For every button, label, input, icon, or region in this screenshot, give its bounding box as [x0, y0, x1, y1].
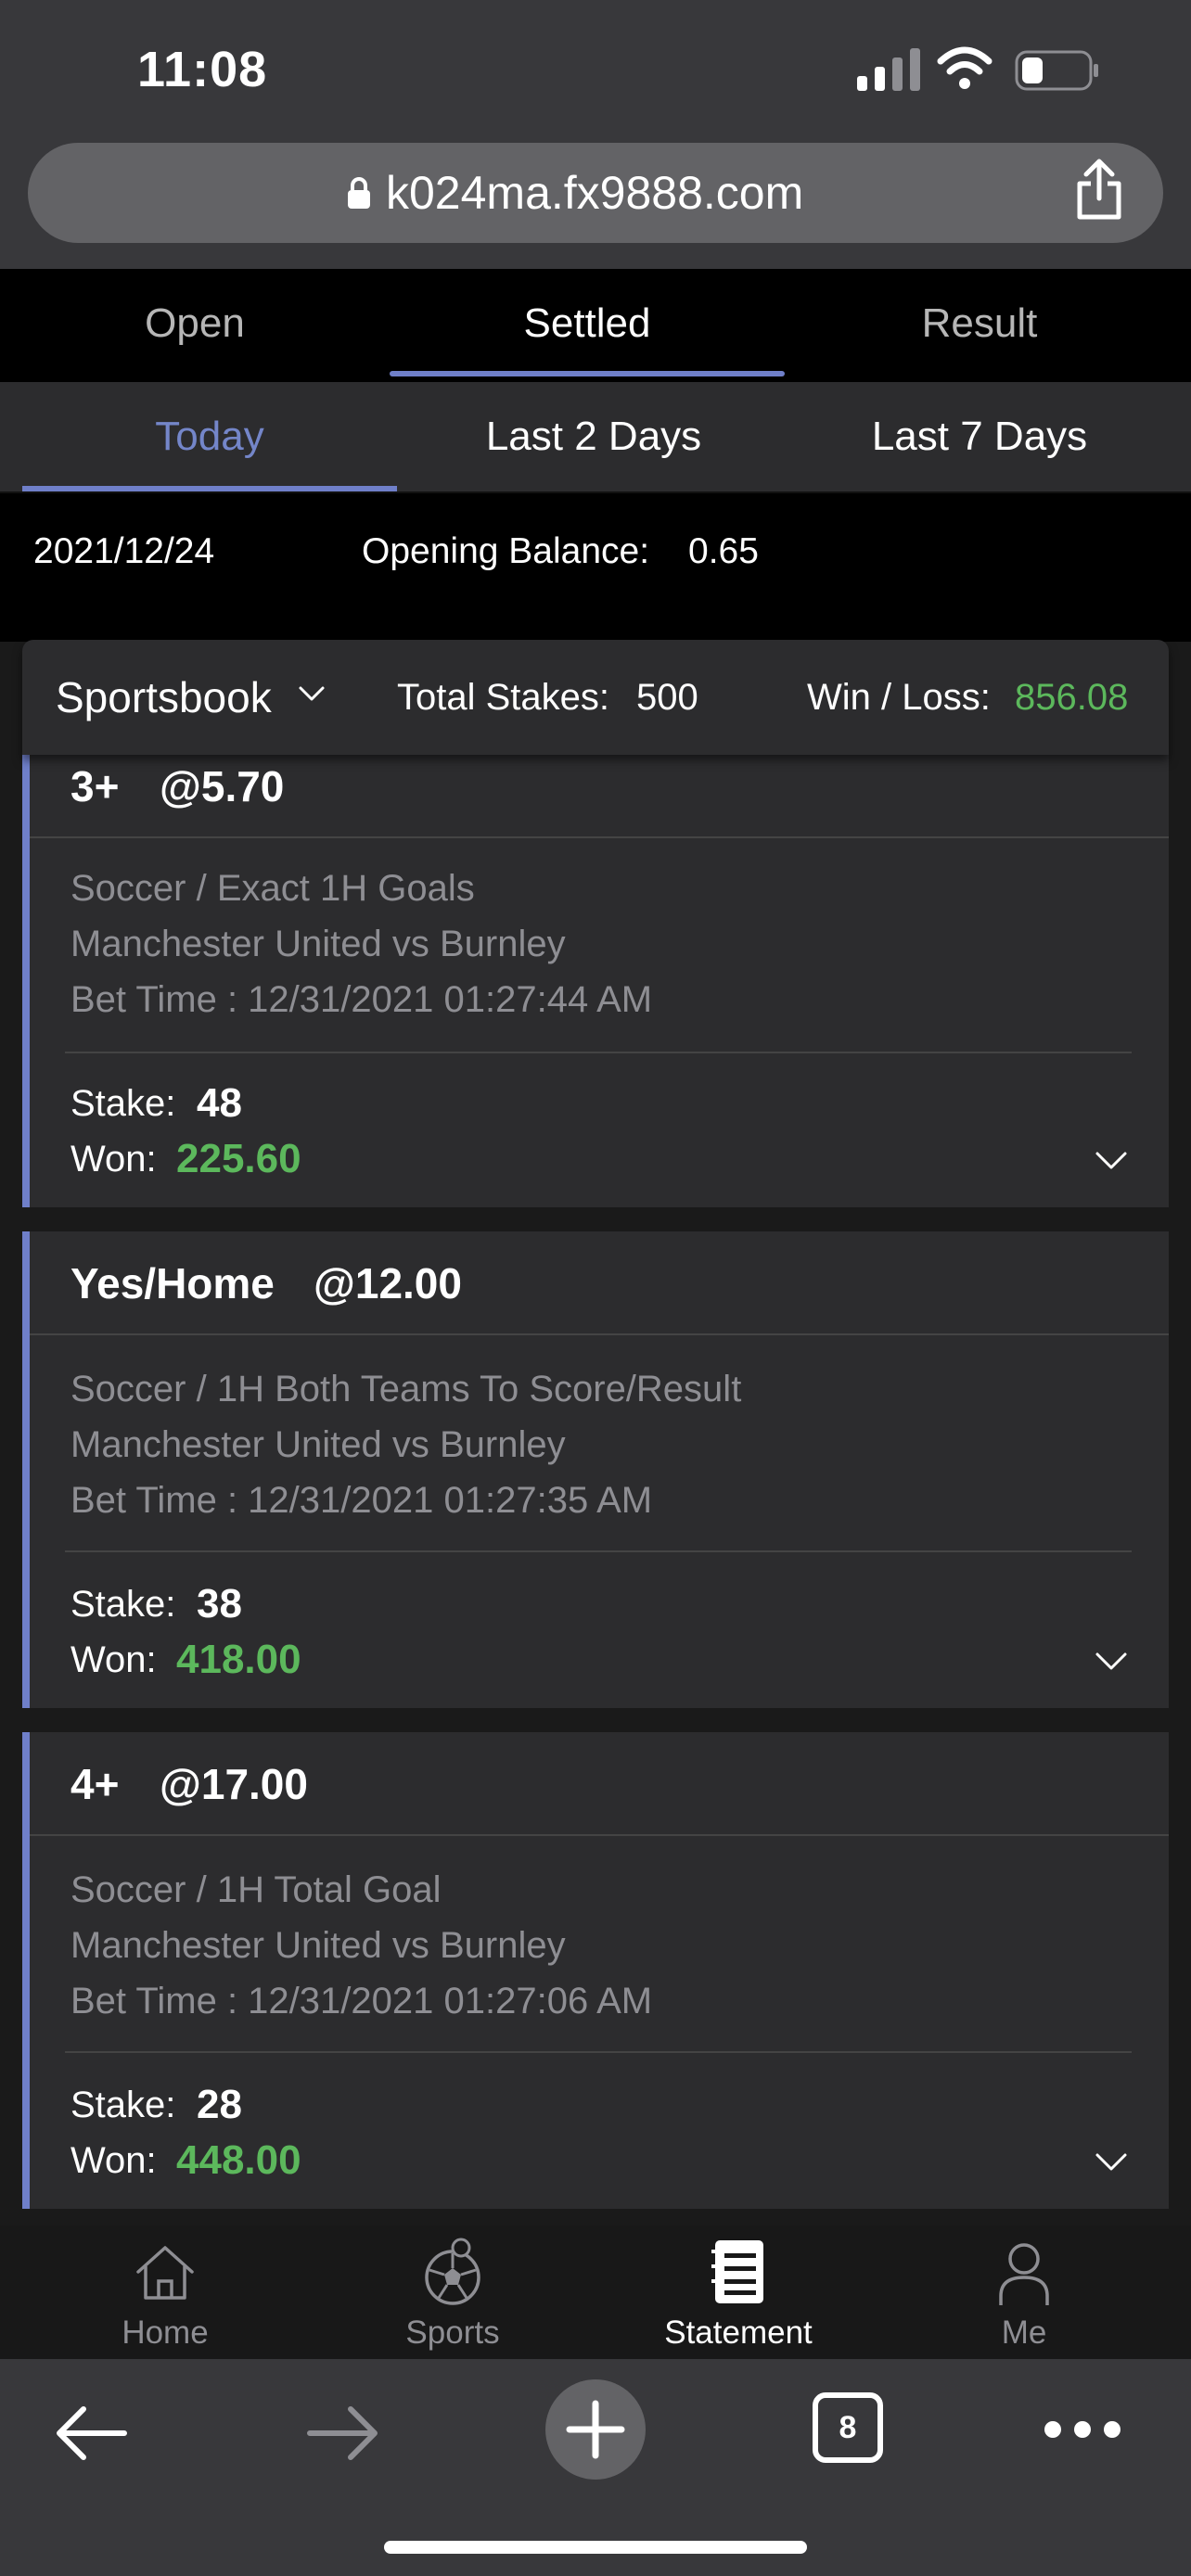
- stake-label: Stake:: [70, 2085, 176, 2125]
- tab-today[interactable]: Today: [22, 382, 397, 493]
- battery-icon: [1015, 50, 1098, 91]
- bet-odds: @12.00: [314, 1259, 462, 1307]
- expand-chevron-icon[interactable]: [1095, 2151, 1128, 2174]
- stake-value: 28: [197, 2082, 242, 2127]
- opening-balance-label: Opening Balance:: [362, 531, 650, 571]
- divider: [65, 1052, 1132, 1053]
- expand-chevron-icon[interactable]: [1095, 1150, 1128, 1172]
- expand-chevron-icon[interactable]: [1095, 1651, 1128, 1673]
- nav-statement-label: Statement: [664, 2315, 813, 2351]
- bet-match: Manchester United vs Burnley: [70, 1424, 566, 1465]
- statement-icon: [711, 2240, 763, 2303]
- nav-home-label: Home: [122, 2315, 209, 2351]
- divider: [65, 2051, 1132, 2053]
- tabs-count-button[interactable]: 8: [813, 2392, 883, 2463]
- bet-status-tabs: Open Settled Result: [0, 269, 1191, 382]
- forward-arrow-icon[interactable]: [301, 2396, 384, 2470]
- win-loss-value: 856.08: [1015, 677, 1129, 718]
- nav-sports[interactable]: Sports: [332, 2225, 573, 2359]
- bet-card-header: 3+ @5.70: [30, 755, 1169, 838]
- won-value: 225.60: [176, 1136, 301, 1181]
- bet-odds: @5.70: [160, 762, 285, 810]
- bet-card[interactable]: 3+ @5.70 Soccer / Exact 1H Goals Manches…: [22, 755, 1169, 1207]
- user-icon: [999, 2243, 1049, 2305]
- browser-toolbar: 8: [0, 2359, 1191, 2576]
- divider: [65, 1550, 1132, 1552]
- tab-result[interactable]: Result: [785, 269, 1174, 382]
- new-tab-button[interactable]: [545, 2379, 646, 2480]
- total-stakes-label: Total Stakes:: [397, 677, 610, 718]
- bet-card[interactable]: 4+ @17.00 Soccer / 1H Total Goal Manches…: [22, 1732, 1169, 2209]
- bet-match: Manchester United vs Burnley: [70, 924, 566, 964]
- nav-me-label: Me: [1001, 2315, 1047, 2351]
- home-indicator[interactable]: [384, 2541, 807, 2554]
- bet-market: Soccer / Exact 1H Goals: [70, 868, 475, 909]
- app-bottom-nav: Home Sports Statement Me: [0, 2225, 1191, 2359]
- summary-bar: Sportsbook Total Stakes: 500 Win / Loss:…: [22, 640, 1169, 755]
- cellular-signal-icon: [857, 48, 920, 91]
- period-tabs: Today Last 2 Days Last 7 Days: [0, 382, 1191, 493]
- nav-sports-label: Sports: [405, 2315, 500, 2351]
- tab-open[interactable]: Open: [0, 269, 390, 382]
- won-label: Won:: [70, 1639, 157, 1680]
- nav-home[interactable]: Home: [45, 2225, 286, 2359]
- lock-icon: [348, 177, 370, 209]
- browser-chrome-top: 11:08 k024ma.fx9888.com: [0, 0, 1191, 269]
- bet-market: Soccer / 1H Total Goal: [70, 1869, 442, 1910]
- bet-odds: @17.00: [160, 1760, 308, 1808]
- tab-last-7-days[interactable]: Last 7 Days: [794, 382, 1165, 493]
- stake-label: Stake:: [70, 1083, 176, 1124]
- product-selector[interactable]: Sportsbook: [56, 670, 272, 725]
- more-options-icon[interactable]: [1043, 2411, 1122, 2448]
- total-stakes-value: 500: [636, 677, 698, 718]
- win-loss-label: Win / Loss:: [807, 677, 991, 718]
- opening-balance-value: 0.65: [688, 531, 759, 571]
- bet-time: Bet Time : 12/31/2021 01:27:35 AM: [70, 1480, 653, 1521]
- nav-statement[interactable]: Statement: [618, 2225, 859, 2359]
- bet-card-header: 4+ @17.00: [30, 1732, 1169, 1836]
- won-label: Won:: [70, 2140, 157, 2181]
- status-time: 11:08: [137, 42, 268, 97]
- active-period-indicator: [22, 486, 397, 491]
- url-text[interactable]: k024ma.fx9888.com: [386, 163, 803, 223]
- bet-selection: 3+: [70, 762, 120, 810]
- plus-icon: [566, 2400, 625, 2459]
- bet-selection: 4+: [70, 1760, 120, 1808]
- bet-match: Manchester United vs Burnley: [70, 1925, 566, 1966]
- bet-time: Bet Time : 12/31/2021 01:27:44 AM: [70, 979, 653, 1020]
- wifi-icon: [937, 46, 992, 89]
- home-icon: [136, 2246, 194, 2300]
- statement-date: 2021/12/24: [33, 531, 215, 571]
- won-value: 418.00: [176, 1637, 301, 1682]
- stake-value: 48: [197, 1080, 242, 1126]
- nav-me[interactable]: Me: [903, 2225, 1145, 2359]
- bet-card[interactable]: Yes/Home @12.00 Soccer / 1H Both Teams T…: [22, 1231, 1169, 1708]
- tab-last-2-days[interactable]: Last 2 Days: [408, 382, 779, 493]
- won-label: Won:: [70, 1139, 157, 1180]
- bet-card-header: Yes/Home @12.00: [30, 1231, 1169, 1335]
- chevron-down-icon[interactable]: [297, 684, 327, 705]
- bet-time: Bet Time : 12/31/2021 01:27:06 AM: [70, 1981, 653, 2021]
- back-arrow-icon[interactable]: [50, 2396, 134, 2470]
- won-value: 448.00: [176, 2137, 301, 2183]
- stake-value: 38: [197, 1581, 242, 1626]
- share-icon[interactable]: [1072, 158, 1126, 221]
- active-tab-indicator: [390, 371, 785, 376]
- balance-row: 2021/12/24 Opening Balance: 0.65: [0, 493, 1191, 642]
- bet-selection: Yes/Home: [70, 1259, 275, 1307]
- soccer-ball-icon: [425, 2238, 480, 2305]
- bet-market: Soccer / 1H Both Teams To Score/Result: [70, 1369, 742, 1409]
- tab-settled[interactable]: Settled: [390, 269, 785, 382]
- stake-label: Stake:: [70, 1584, 176, 1625]
